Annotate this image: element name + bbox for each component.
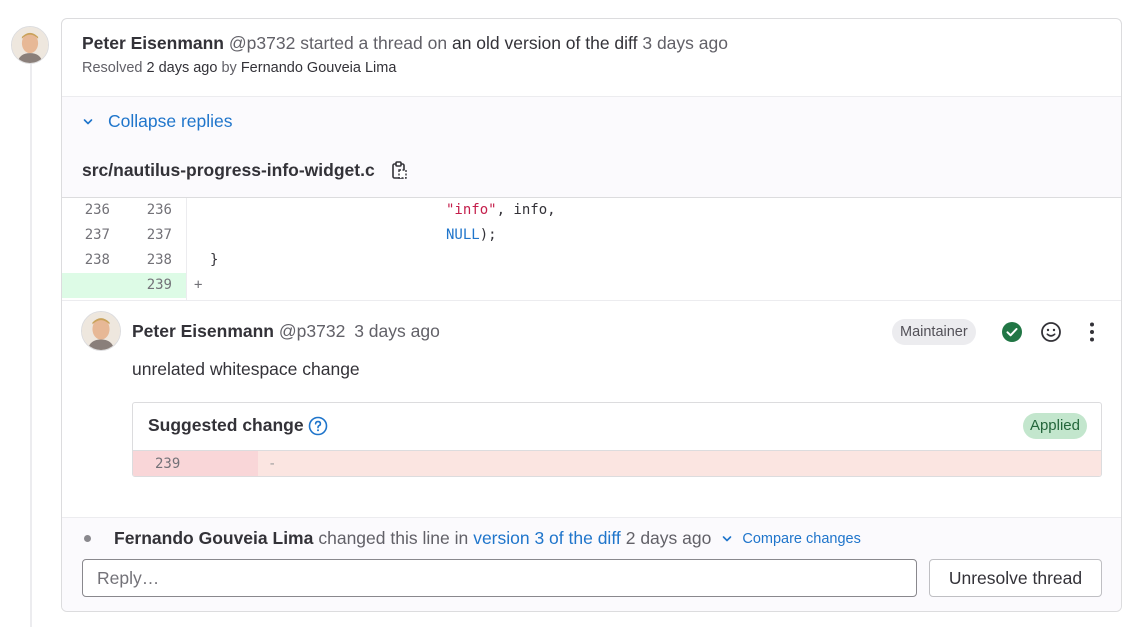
code-keyword: NULL <box>446 227 480 243</box>
old-line-number[interactable]: 238 <box>62 248 110 273</box>
help-icon[interactable] <box>308 416 328 436</box>
new-line-number[interactable]: 239 <box>122 273 172 298</box>
more-actions-icon[interactable] <box>1080 320 1104 344</box>
collapse-replies-button[interactable]: Collapse replies <box>82 111 233 132</box>
discussion-thread: Peter Eisenmann @p3732 started a thread … <box>61 18 1122 612</box>
note-body: unrelated whitespace change <box>132 359 360 379</box>
compare-changes-label: Compare changes <box>742 530 861 547</box>
resolve-thread-icon[interactable] <box>1000 320 1024 344</box>
timeline-line <box>30 60 32 627</box>
collapse-replies-label: Collapse replies <box>108 111 233 131</box>
suggested-line-number: 239 <box>133 451 258 476</box>
avatar[interactable] <box>11 26 49 64</box>
code-rest: ); <box>479 227 497 243</box>
maintainer-badge: Maintainer <box>892 319 976 345</box>
note-author-handle[interactable]: @p3732 <box>279 321 345 341</box>
suggested-change-header: Suggested change Applied <box>133 403 1101 451</box>
system-note-time[interactable]: 2 days ago <box>626 528 712 549</box>
new-line-number[interactable]: 238 <box>122 248 172 273</box>
system-note-dot <box>84 535 91 542</box>
thread-started-text: started a thread on <box>300 33 448 53</box>
suggested-change-box: Suggested change Applied 239 - <box>132 402 1102 477</box>
resolved-prefix: Resolved <box>82 60 143 76</box>
diff-line-added: 239 + <box>62 273 1121 298</box>
add-reaction-icon[interactable] <box>1039 320 1063 344</box>
discussion-note: Peter Eisenmann @p3732 3 days ago Mainta… <box>62 300 1121 517</box>
replies-section: Collapse replies src/nautilus-progress-i… <box>62 96 1121 198</box>
added-line-marker: + <box>194 277 203 293</box>
old-line-number <box>62 273 110 298</box>
note-avatar[interactable] <box>81 311 121 351</box>
diff-context: 236 236 "info", info, 237 237 NULL); 238… <box>62 198 1121 300</box>
diff-line: 236 236 "info", info, <box>62 198 1121 223</box>
resolved-by-word: by <box>221 60 237 76</box>
avatar-image <box>82 312 120 350</box>
system-note-author[interactable]: Fernando Gouveia Lima <box>114 528 313 549</box>
copy-file-path-icon[interactable] <box>391 161 407 180</box>
diff-version-3-link[interactable]: version 3 of the diff <box>473 528 621 549</box>
reply-input[interactable] <box>82 559 917 597</box>
note-author-name[interactable]: Peter Eisenmann <box>132 321 274 341</box>
file-path[interactable]: src/nautilus-progress-info-widget.c <box>82 160 375 181</box>
system-note: Fernando Gouveia Lima changed this line … <box>82 528 861 549</box>
suggested-change-line: 239 - <box>133 451 1101 476</box>
new-line-number[interactable]: 237 <box>122 223 172 248</box>
old-line-number[interactable]: 236 <box>62 198 110 223</box>
suggested-change-title-row: Suggested change <box>148 415 328 436</box>
thread-author-name[interactable]: Peter Eisenmann <box>82 33 224 53</box>
code-rest: , info, <box>496 202 556 218</box>
resolved-time[interactable]: 2 days ago <box>146 60 217 76</box>
thread-footer: Fernando Gouveia Lima changed this line … <box>62 517 1121 611</box>
diff-line: 238 238 } <box>62 248 1121 273</box>
unresolve-thread-button[interactable]: Unresolve thread <box>929 559 1102 597</box>
resolved-by-user[interactable]: Fernando Gouveia Lima <box>241 60 397 76</box>
thread-time[interactable]: 3 days ago <box>642 33 728 53</box>
thread-author-handle[interactable]: @p3732 <box>229 33 295 53</box>
note-time[interactable]: 3 days ago <box>354 321 440 341</box>
code-string: "info" <box>446 202 497 218</box>
applied-badge: Applied <box>1022 413 1087 439</box>
resolved-line: Resolved 2 days ago by Fernando Gouveia … <box>82 60 396 76</box>
code-line: } <box>210 252 219 268</box>
system-note-text: changed this line in <box>318 528 469 548</box>
chevron-down-icon <box>723 535 732 541</box>
diff-line: 237 237 NULL); <box>62 223 1121 248</box>
old-line-number[interactable]: 237 <box>62 223 110 248</box>
new-line-number[interactable]: 236 <box>122 198 172 223</box>
code-line: NULL); <box>200 223 497 248</box>
avatar-image <box>12 27 48 63</box>
thread-header-line: Peter Eisenmann @p3732 started a thread … <box>82 33 728 54</box>
compare-changes-button[interactable]: Compare changes <box>721 531 861 547</box>
note-author-line: Peter Eisenmann @p3732 3 days ago <box>132 321 440 342</box>
suggested-change-title: Suggested change <box>148 415 304 435</box>
file-path-header: src/nautilus-progress-info-widget.c <box>82 160 407 181</box>
removed-line-marker: - <box>268 456 277 472</box>
thread-header: Peter Eisenmann @p3732 started a thread … <box>62 19 1121 96</box>
chevron-down-icon <box>83 118 93 124</box>
code-line: "info", info, <box>200 198 556 223</box>
diff-version-link[interactable]: an old version of the diff <box>452 33 638 53</box>
